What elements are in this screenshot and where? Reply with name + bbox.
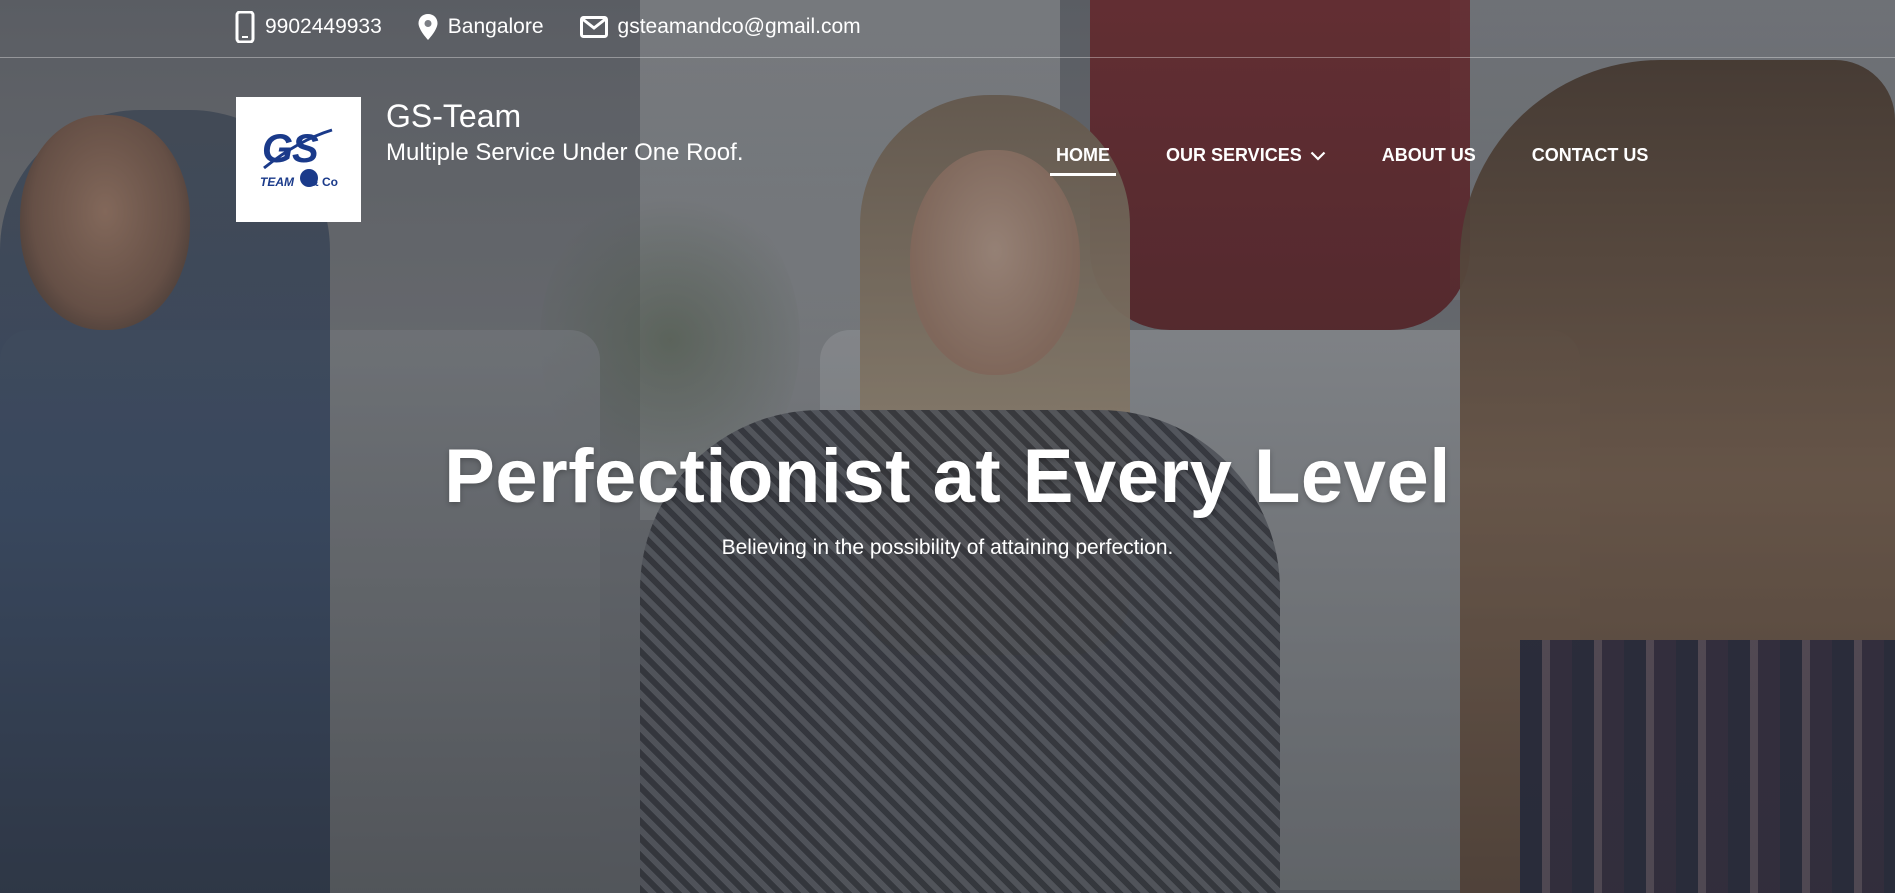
nav-item-label: CONTACT US bbox=[1531, 145, 1649, 165]
contact-email[interactable]: gsteamandco@gmail.com bbox=[579, 15, 861, 39]
envelope-icon bbox=[579, 16, 608, 38]
main-nav: HOME OUR SERVICES ABOUT US CONTACT US bbox=[1050, 145, 1649, 176]
nav-item-about-us[interactable]: ABOUT US bbox=[1382, 145, 1476, 176]
contact-location: Bangalore bbox=[418, 14, 544, 40]
brand-block: GS-Team Multiple Service Under One Roof. bbox=[386, 97, 744, 169]
nav-item-home[interactable]: HOME bbox=[1050, 145, 1116, 176]
nav-item-contact-us[interactable]: CONTACT US bbox=[1532, 145, 1649, 176]
site-title[interactable]: GS-Team bbox=[386, 97, 744, 135]
contact-phone[interactable]: 9902449933 bbox=[235, 11, 382, 43]
email-address: gsteamandco@gmail.com bbox=[617, 15, 861, 38]
nav-item-label: ABOUT US bbox=[1381, 145, 1476, 165]
hero-subheading: Believing in the possibility of attainin… bbox=[721, 536, 1174, 559]
site-logo[interactable]: G S TEAM & Co bbox=[236, 97, 361, 222]
logo-mark: G S TEAM & Co bbox=[260, 127, 338, 189]
svg-text:TEAM: TEAM bbox=[260, 175, 295, 189]
nav-item-our-services[interactable]: OUR SERVICES bbox=[1166, 145, 1326, 176]
nav-item-label: OUR SERVICES bbox=[1166, 145, 1302, 165]
svg-text:S: S bbox=[292, 127, 319, 171]
chevron-down-icon bbox=[1310, 145, 1326, 166]
location-text: Bangalore bbox=[447, 15, 544, 38]
location-pin-icon bbox=[418, 14, 438, 40]
top-contact-bar: 9902449933 Bangalore gsteamandco@gmail.c… bbox=[0, 0, 1895, 58]
hero-heading: Perfectionist at Every Level bbox=[444, 434, 1451, 519]
nav-item-label: HOME bbox=[1056, 145, 1110, 165]
phone-number: 9902449933 bbox=[265, 15, 382, 38]
svg-text:& Co: & Co bbox=[310, 175, 338, 189]
site-tagline: Multiple Service Under One Roof. bbox=[386, 139, 744, 166]
phone-icon bbox=[235, 11, 255, 43]
hero-section: 9902449933 Bangalore gsteamandco@gmail.c… bbox=[0, 0, 1895, 893]
